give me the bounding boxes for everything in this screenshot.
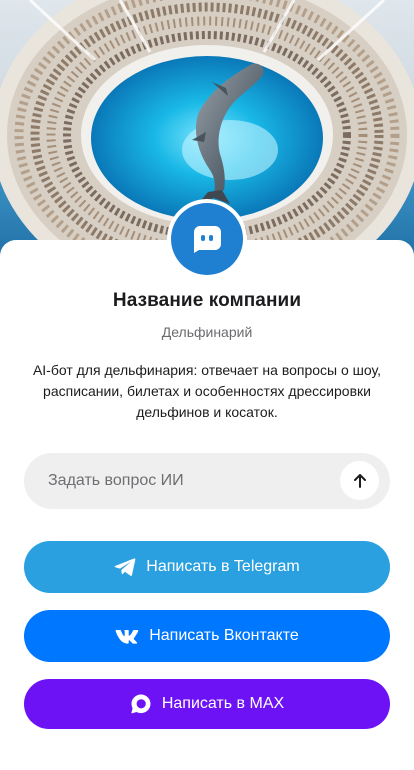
company-name: Название компании <box>112 290 302 311</box>
avatar <box>167 199 247 279</box>
vk-button[interactable]: Написать Вконтакте <box>24 610 390 662</box>
telegram-icon <box>114 557 136 577</box>
company-description: AI-бот для дельфинария: отвечает на вопр… <box>32 362 382 420</box>
send-button[interactable] <box>340 461 379 500</box>
company-category: Дельфинарий <box>161 324 253 340</box>
ask-ai-field <box>24 453 390 509</box>
avatar-circle <box>171 203 243 275</box>
max-button[interactable]: Написать в MAX <box>24 679 390 729</box>
max-button-label: Написать в MAX <box>161 695 285 712</box>
max-icon <box>130 693 152 715</box>
arrow-up-icon <box>353 473 366 488</box>
telegram-button-label: Написать в Telegram <box>146 558 300 575</box>
vk-icon <box>115 628 139 644</box>
page: Название компании Дельфинарий AI-бот для… <box>0 0 414 770</box>
chat-bot-icon <box>193 226 221 253</box>
telegram-button[interactable]: Написать в Telegram <box>24 541 390 593</box>
ask-ai-input[interactable] <box>48 453 348 509</box>
vk-button-label: Написать Вконтакте <box>149 627 299 644</box>
